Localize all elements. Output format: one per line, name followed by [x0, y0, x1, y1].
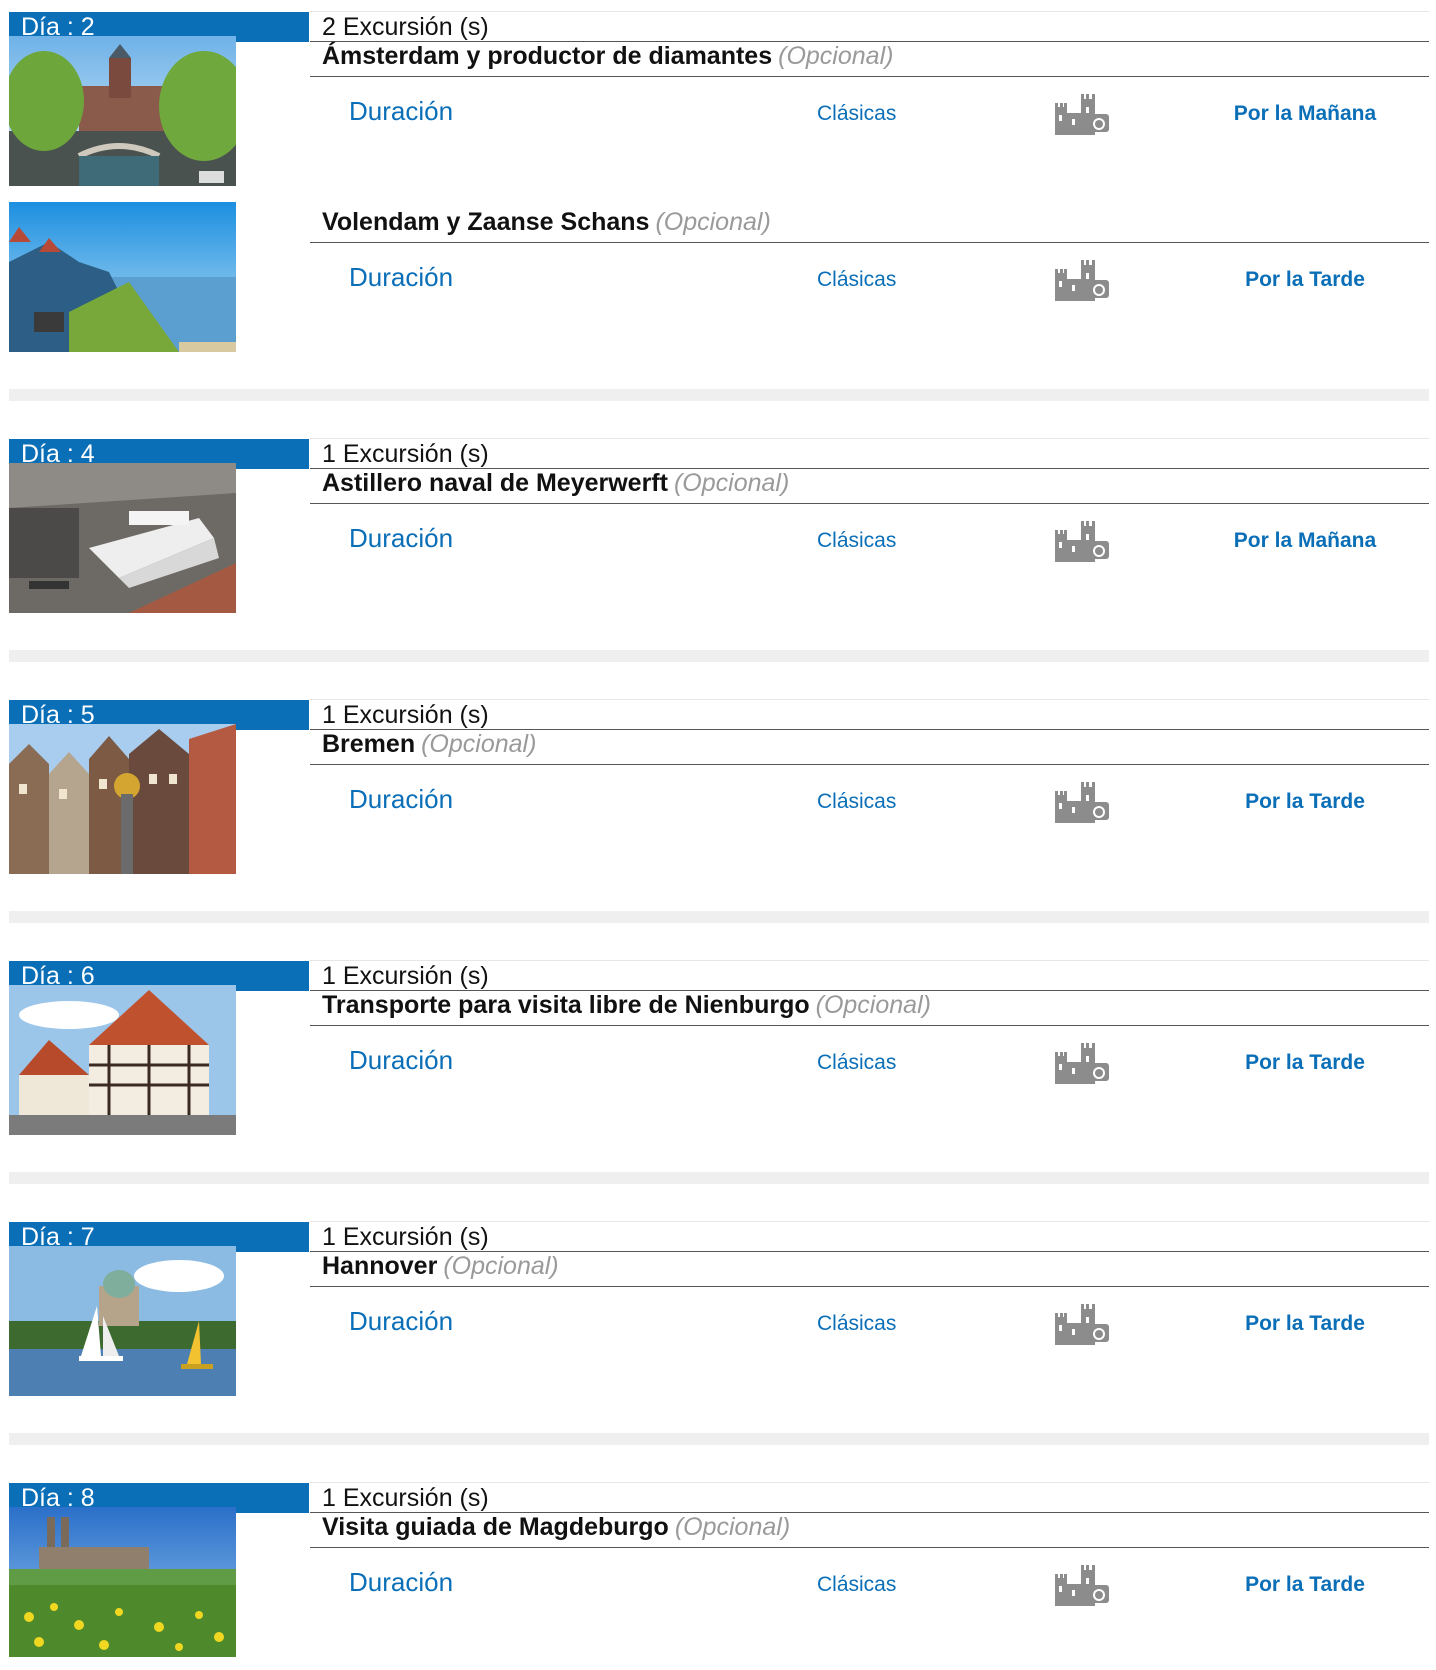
- category-label: Clásicas: [817, 1312, 897, 1335]
- excursion-name[interactable]: Visita guiada de Magdeburgo: [322, 1513, 669, 1541]
- castle-camera-icon: [1053, 1038, 1111, 1090]
- volendam-coast-photo[interactable]: [9, 202, 236, 352]
- category-label: Clásicas: [817, 1051, 897, 1074]
- excursion-title[interactable]: Hannover (Opcional): [310, 1243, 1429, 1287]
- excursion-title[interactable]: Astillero naval de Meyerwerft (Opcional): [310, 460, 1429, 504]
- excursion-name[interactable]: Hannover: [322, 1252, 437, 1280]
- optional-tag: (Opcional): [421, 730, 537, 758]
- duration-link[interactable]: Duración: [349, 522, 453, 554]
- day-header: Día : 6 1 Excursión (s): [9, 949, 1429, 991]
- nienburg-timber-house-photo[interactable]: [9, 985, 236, 1135]
- optional-tag: (Opcional): [655, 208, 771, 236]
- excursion-item[interactable]: Astillero naval de Meyerwerft (Opcional) …: [9, 460, 1429, 626]
- castle-camera-icon: [1053, 1560, 1111, 1612]
- optional-tag: (Opcional): [673, 469, 790, 497]
- castle-camera-icon: [1053, 1299, 1111, 1351]
- excursion-title[interactable]: Transporte para visita libre de Nienburg…: [310, 982, 1429, 1026]
- day-block: Día : 6 1 Excursión (s) Transporte para …: [9, 949, 1429, 1148]
- day-separator: [9, 1433, 1429, 1445]
- category-label: Clásicas: [817, 529, 897, 552]
- excursion-name[interactable]: Astillero naval de Meyerwerft: [322, 469, 668, 497]
- day-block: Día : 7 1 Excursión (s) Hannover (Opcion…: [9, 1210, 1429, 1409]
- category-label: Clásicas: [817, 1573, 897, 1596]
- day-header: Día : 8 1 Excursión (s): [9, 1471, 1429, 1513]
- optional-tag: (Opcional): [674, 1513, 791, 1541]
- optional-tag: (Opcional): [815, 991, 931, 1019]
- time-of-day: Por la Tarde: [1245, 1573, 1365, 1596]
- amsterdam-canal-photo[interactable]: [9, 36, 236, 186]
- time-of-day: Por la Tarde: [1245, 1312, 1365, 1335]
- excursion-title[interactable]: Bremen (Opcional): [310, 721, 1429, 765]
- meyerwerft-shipyard-photo[interactable]: [9, 463, 236, 613]
- castle-camera-icon: [1053, 516, 1111, 568]
- category-label: Clásicas: [817, 790, 897, 813]
- excursion-name[interactable]: Transporte para visita libre de Nienburg…: [322, 991, 810, 1019]
- time-of-day: Por la Tarde: [1245, 1051, 1365, 1074]
- excursions-list: Día : 2 2 Excursión (s) Ámsterdam y prod…: [9, 0, 1429, 1670]
- excursion-item[interactable]: Volendam y Zaanse Schans (Opcional) Durac…: [9, 199, 1429, 365]
- excursion-title[interactable]: Ámsterdam y productor de diamantes (Opcio…: [310, 33, 1429, 77]
- time-of-day: Por la Mañana: [1233, 529, 1377, 552]
- optional-tag: (Opcional): [443, 1252, 559, 1280]
- day-separator: [9, 389, 1429, 401]
- excursion-name[interactable]: Volendam y Zaanse Schans: [322, 208, 649, 236]
- day-separator: [9, 911, 1429, 923]
- excursion-name[interactable]: Bremen: [322, 730, 415, 758]
- category-label: Clásicas: [817, 102, 897, 125]
- castle-camera-icon: [1053, 89, 1111, 141]
- excursion-item[interactable]: Ámsterdam y productor de diamantes (Opcio…: [9, 33, 1429, 199]
- day-block: Día : 4 1 Excursión (s) Astillero naval …: [9, 427, 1429, 626]
- excursion-title[interactable]: Volendam y Zaanse Schans (Opcional): [310, 199, 1429, 243]
- excursion-item[interactable]: Bremen (Opcional) Duración Clásicas Por l…: [9, 721, 1429, 887]
- time-of-day: Por la Mañana: [1233, 102, 1377, 125]
- excursion-item[interactable]: Hannover (Opcional) Duración Clásicas Por…: [9, 1243, 1429, 1409]
- duration-link[interactable]: Duración: [349, 261, 453, 293]
- time-of-day: Por la Tarde: [1245, 790, 1365, 813]
- duration-link[interactable]: Duración: [349, 783, 453, 815]
- magdeburg-cathedral-photo[interactable]: [9, 1507, 236, 1657]
- day-header: Día : 7 1 Excursión (s): [9, 1210, 1429, 1252]
- castle-camera-icon: [1053, 255, 1111, 307]
- duration-link[interactable]: Duración: [349, 1566, 453, 1598]
- duration-link[interactable]: Duración: [349, 95, 453, 127]
- duration-link[interactable]: Duración: [349, 1305, 453, 1337]
- day-header: Día : 2 2 Excursión (s): [9, 0, 1429, 42]
- excursion-name[interactable]: Ámsterdam y productor de diamantes: [322, 42, 772, 70]
- excursion-title[interactable]: Visita guiada de Magdeburgo (Opcional): [310, 1504, 1429, 1548]
- category-label: Clásicas: [817, 268, 897, 291]
- day-separator: [9, 1172, 1429, 1184]
- day-block: Día : 8 1 Excursión (s) Visita guiada de…: [9, 1471, 1429, 1670]
- hannover-lake-photo[interactable]: [9, 1246, 236, 1396]
- day-block: Día : 2 2 Excursión (s) Ámsterdam y prod…: [9, 0, 1429, 365]
- optional-tag: (Opcional): [778, 42, 894, 70]
- excursion-item[interactable]: Visita guiada de Magdeburgo (Opcional) Du…: [9, 1504, 1429, 1670]
- day-header: Día : 4 1 Excursión (s): [9, 427, 1429, 469]
- castle-camera-icon: [1053, 777, 1111, 829]
- day-separator: [9, 650, 1429, 662]
- day-header: Día : 5 1 Excursión (s): [9, 688, 1429, 730]
- bremen-facades-photo[interactable]: [9, 724, 236, 874]
- time-of-day: Por la Tarde: [1245, 268, 1365, 291]
- excursion-item[interactable]: Transporte para visita libre de Nienburg…: [9, 982, 1429, 1148]
- duration-link[interactable]: Duración: [349, 1044, 453, 1076]
- day-block: Día : 5 1 Excursión (s) Bremen (Opcional): [9, 688, 1429, 887]
